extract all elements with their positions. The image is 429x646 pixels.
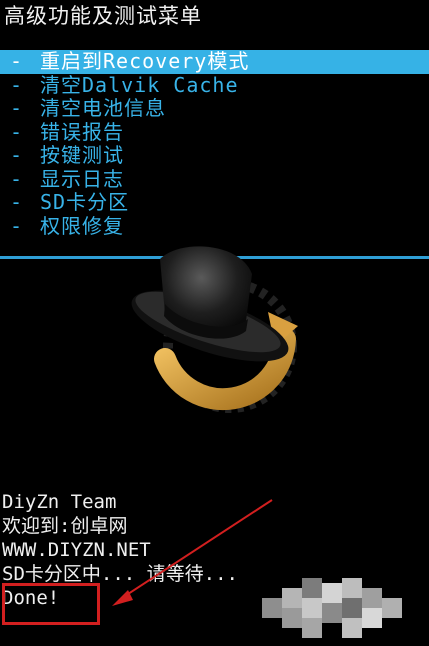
done-highlight-box [2, 583, 100, 625]
menu-item-label: 清空电池信息 [40, 96, 166, 120]
menu-item-wipe-battery[interactable]: - 清空电池信息 [0, 96, 429, 121]
recovery-screen: 高级功能及测试菜单 - 重启到Recovery模式 - 清空Dalvik Cache… [0, 0, 429, 646]
menu-item-prefix: - [10, 119, 24, 144]
menu-item-sd-partition[interactable]: - SD卡分区 [0, 190, 429, 215]
menu-item-error-report[interactable]: - 错误报告 [0, 119, 429, 145]
menu-item-wipe-dalvik[interactable]: - 清空Dalvik Cache [0, 72, 429, 98]
watermark-blur [262, 578, 402, 638]
menu-item-label: SD卡分区 [40, 190, 130, 214]
menu-item-prefix: - [10, 96, 24, 120]
menu-item-prefix: - [10, 72, 24, 97]
clockworkmod-hat-icon [131, 246, 298, 413]
menu-item-prefix: - [10, 143, 24, 167]
log-line: WWW.DIYZN.NET [2, 539, 151, 561]
menu-item-key-test[interactable]: - 按键测试 [0, 143, 429, 168]
menu-item-reboot-recovery[interactable]: - 重启到Recovery模式 [0, 49, 429, 74]
menu-item-label: 按键测试 [40, 143, 124, 167]
menu-item-prefix: - [10, 190, 24, 214]
menu-item-prefix: - [10, 213, 24, 238]
page-title: 高级功能及测试菜单 [4, 4, 202, 28]
menu-item-prefix: - [10, 49, 24, 73]
menu-item-label: 显示日志 [40, 166, 124, 191]
log-line: 欢迎到:创卓网 [2, 515, 128, 537]
menu-item-label: 权限修复 [40, 213, 124, 238]
menu-item-show-log[interactable]: - 显示日志 [0, 166, 429, 192]
menu-item-label: 重启到Recovery模式 [40, 49, 250, 73]
menu-item-prefix: - [10, 166, 24, 191]
recovery-menu: - 重启到Recovery模式 - 清空Dalvik Cache - 清空电池信息 -… [0, 49, 429, 238]
menu-item-label: 错误报告 [40, 119, 124, 144]
log-line: DiyZn Team [2, 491, 117, 513]
menu-item-label: 清空Dalvik Cache [40, 72, 239, 97]
